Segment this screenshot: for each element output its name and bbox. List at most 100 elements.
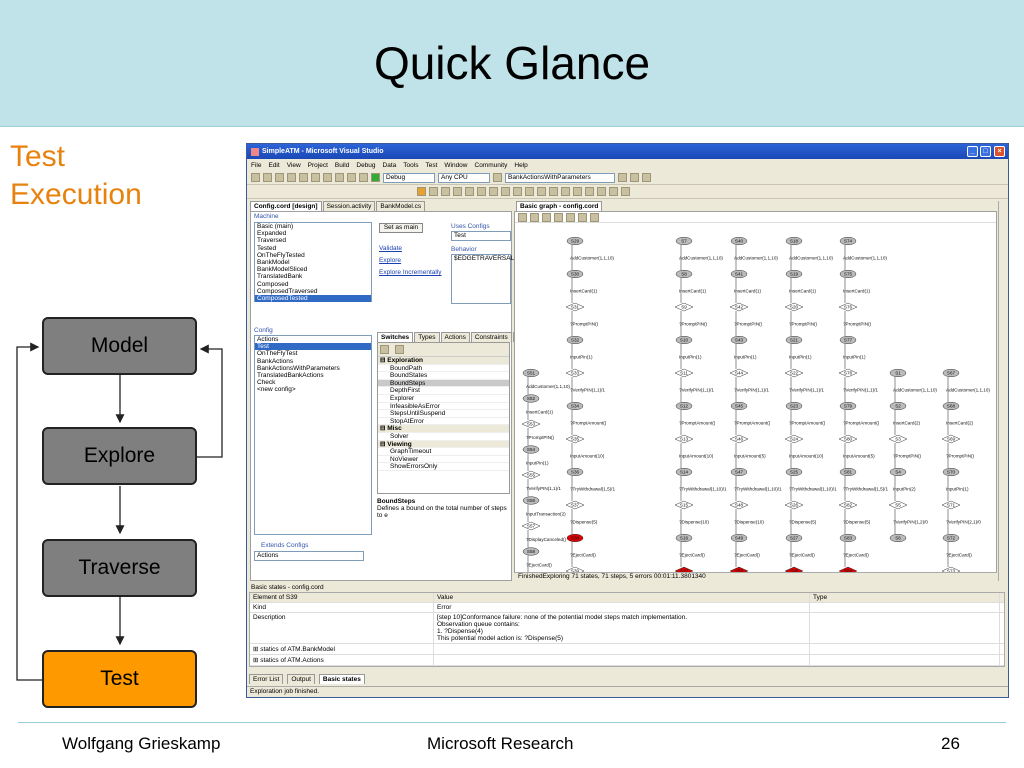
tab-actions[interactable]: Actions xyxy=(440,332,470,342)
table-row[interactable]: Kind Error xyxy=(250,603,1004,613)
config-item[interactable]: BankActionsWithParameters xyxy=(255,365,371,372)
machine-item[interactable]: Tested xyxy=(255,245,371,252)
property-row[interactable]: ShowErrorsOnly xyxy=(378,463,509,471)
platform-select[interactable]: Any CPU xyxy=(438,172,490,183)
config-item[interactable]: BankActions xyxy=(255,358,371,365)
zoom-out-icon[interactable] xyxy=(530,213,539,222)
properties-icon[interactable] xyxy=(630,173,639,182)
toolbar2-btn[interactable] xyxy=(489,187,498,196)
behavior-field[interactable]: $EDGETRAVERSAL(C xyxy=(451,254,521,304)
config-combo[interactable]: BankActionsWithParameters xyxy=(505,172,615,183)
extends-configs-field[interactable]: Actions xyxy=(254,551,364,561)
set-as-main-button[interactable]: Set as main xyxy=(379,223,423,233)
forward-icon[interactable] xyxy=(566,213,575,222)
machine-list[interactable]: Basic (main) Expanded Traversed Tested OnThe… xyxy=(254,222,372,303)
copy-icon[interactable] xyxy=(323,173,332,182)
tab-error-list[interactable]: Error List xyxy=(249,674,284,684)
menu-file[interactable]: File xyxy=(251,162,261,169)
property-row[interactable]: InfeasibleAsError xyxy=(378,403,509,411)
toolbar2-btn[interactable] xyxy=(513,187,522,196)
minimize-icon[interactable]: _ xyxy=(967,146,978,157)
side-tool-strip[interactable] xyxy=(998,201,1008,581)
toolbar2-btn[interactable] xyxy=(429,187,438,196)
tab-basic-graph[interactable]: Basic graph - config.cord xyxy=(516,201,603,211)
machine-item[interactable]: Composed xyxy=(255,281,371,288)
find-icon[interactable] xyxy=(493,173,502,182)
property-row[interactable]: StopAtError xyxy=(378,418,509,426)
explore-incrementally-link[interactable]: Explore Incrementally xyxy=(379,269,442,276)
tab-output[interactable]: Output xyxy=(287,674,315,684)
tab-switches[interactable]: Switches xyxy=(377,332,414,342)
menu-community[interactable]: Community xyxy=(475,162,508,169)
save-all-icon[interactable] xyxy=(299,173,308,182)
tab-config-cord[interactable]: Config.cord [design] xyxy=(250,201,322,211)
config-item[interactable]: Actions xyxy=(255,336,371,343)
menu-project[interactable]: Project xyxy=(308,162,328,169)
toolbar2-btn[interactable] xyxy=(549,187,558,196)
property-row[interactable]: BoundSteps xyxy=(378,379,509,388)
toolbar2-btn[interactable] xyxy=(609,187,618,196)
add-item-icon[interactable] xyxy=(263,173,272,182)
toolbar2-btn[interactable] xyxy=(477,187,486,196)
property-row[interactable]: BoundStates xyxy=(378,372,509,380)
config-item[interactable]: OnTheFlyTest xyxy=(255,350,371,357)
toolbar2-btn[interactable] xyxy=(573,187,582,196)
categorized-icon[interactable] xyxy=(380,345,389,354)
toolbar2-btn[interactable] xyxy=(561,187,570,196)
tab-basic-states[interactable]: Basic states xyxy=(318,674,365,684)
machine-item[interactable]: ComposedTraversed xyxy=(255,288,371,295)
uses-configs-field[interactable]: Test xyxy=(451,231,511,241)
menu-data[interactable]: Data xyxy=(383,162,397,169)
save-icon[interactable] xyxy=(287,173,296,182)
undo-icon[interactable] xyxy=(347,173,356,182)
menu-tools[interactable]: Tools xyxy=(403,162,418,169)
solution-explorer-icon[interactable] xyxy=(618,173,627,182)
machine-item[interactable]: Traversed xyxy=(255,237,371,244)
machine-item[interactable]: ComposedTested xyxy=(255,295,371,303)
property-row[interactable]: GraphTimeout xyxy=(378,448,509,456)
toolbar2-btn[interactable] xyxy=(453,187,462,196)
toolbar2-btn[interactable] xyxy=(585,187,594,196)
menu-view[interactable]: View xyxy=(287,162,301,169)
paste-icon[interactable] xyxy=(335,173,344,182)
pan-icon[interactable] xyxy=(542,213,551,222)
validate-link[interactable]: Validate xyxy=(379,245,402,252)
open-icon[interactable] xyxy=(275,173,284,182)
property-category[interactable]: ⊟ Viewing xyxy=(378,440,509,449)
machine-item[interactable]: Basic (main) xyxy=(255,223,371,230)
toolbar2-btn[interactable] xyxy=(501,187,510,196)
cut-icon[interactable] xyxy=(311,173,320,182)
start-debug-icon[interactable] xyxy=(371,173,380,182)
tab-types[interactable]: Types xyxy=(414,332,440,342)
menu-help[interactable]: Help xyxy=(514,162,527,169)
menu-edit[interactable]: Edit xyxy=(268,162,279,169)
machine-item[interactable]: Expanded xyxy=(255,230,371,237)
new-project-icon[interactable] xyxy=(251,173,260,182)
print-icon[interactable] xyxy=(590,213,599,222)
config-item[interactable]: TranslatedBankActions xyxy=(255,372,371,379)
property-category[interactable]: ⊟ Exploration xyxy=(378,357,509,365)
property-row[interactable]: StepsUntilSuspend xyxy=(378,410,509,418)
menu-build[interactable]: Build xyxy=(335,162,349,169)
save-graph-icon[interactable] xyxy=(578,213,587,222)
config-item[interactable]: Check xyxy=(255,379,371,386)
toolbar2-btn[interactable] xyxy=(525,187,534,196)
config-item[interactable]: <new config> xyxy=(255,386,371,393)
property-row[interactable]: BoundPath xyxy=(378,365,509,373)
redo-icon[interactable] xyxy=(359,173,368,182)
machine-item[interactable]: OnTheFlyTested xyxy=(255,252,371,259)
cord-icon[interactable] xyxy=(417,187,426,196)
machine-item[interactable]: BankModel xyxy=(255,259,371,266)
tab-session-activity[interactable]: Session.activity xyxy=(322,201,376,211)
table-row[interactable]: Description [step 10]Conformance failure:… xyxy=(250,613,1004,644)
table-row[interactable]: ⊞ statics of ATM.Actions xyxy=(250,655,1004,666)
toolbar2-btn[interactable] xyxy=(537,187,546,196)
explore-link[interactable]: Explore xyxy=(379,257,401,264)
property-row[interactable]: DepthFirst xyxy=(378,387,509,395)
tab-constraints[interactable]: Constraints xyxy=(470,332,512,342)
config-item[interactable]: Test xyxy=(255,343,371,351)
toolbar2-btn[interactable] xyxy=(441,187,450,196)
property-row[interactable]: Explorer xyxy=(378,395,509,403)
maximize-icon[interactable]: □ xyxy=(980,146,991,157)
menu-window[interactable]: Window xyxy=(444,162,467,169)
